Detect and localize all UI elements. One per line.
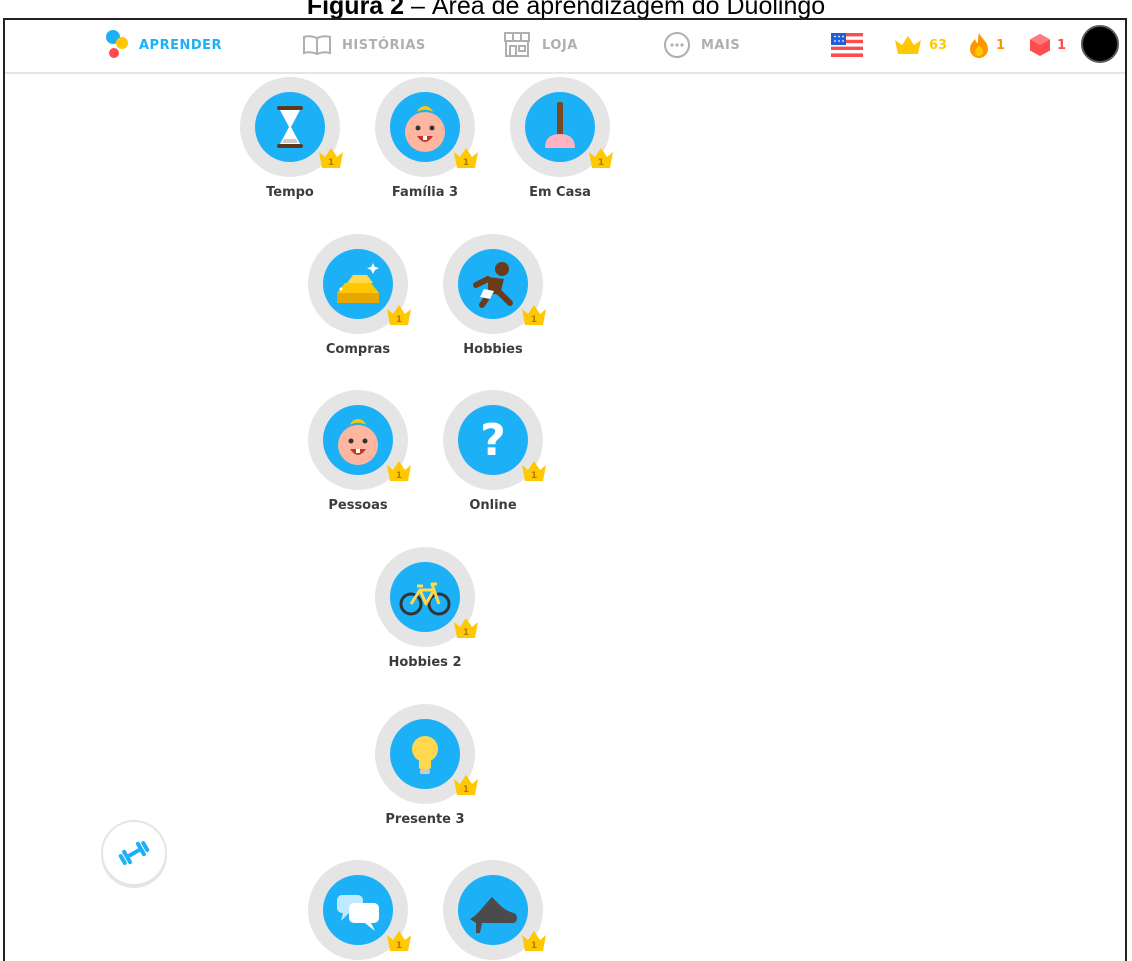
us-flag-icon: [831, 33, 863, 57]
skill-level: 1: [463, 158, 469, 168]
nav-more[interactable]: MAIS: [663, 20, 740, 70]
high-heel-icon: [458, 875, 528, 945]
skill-familia-3[interactable]: 1 Família 3: [355, 77, 495, 200]
skill-progress-ring: 1: [308, 860, 411, 960]
skill-progress-ring: 1: [375, 547, 478, 647]
skill-level: 1: [396, 315, 402, 325]
nav-stories-label: HISTÓRIAS: [342, 37, 426, 53]
skill-compras[interactable]: 1 Compras: [288, 234, 428, 357]
gems-counter[interactable]: 1: [1029, 20, 1066, 70]
skill-level: 1: [531, 471, 537, 481]
nav-shop[interactable]: LOJA: [502, 20, 578, 70]
skill-label: Hobbies: [463, 342, 523, 357]
skill-hobbies-2[interactable]: 1 Hobbies 2: [355, 547, 495, 670]
skill-label: Pessoas: [328, 498, 388, 513]
crown-icon: [895, 36, 921, 54]
skill-label: Online: [469, 498, 517, 513]
skill-progress-ring: 1: [443, 234, 546, 334]
light-bulb-icon: [390, 719, 460, 789]
speech-bubbles-icon: [323, 875, 393, 945]
nav-learn[interactable]: APRENDER: [105, 20, 222, 70]
skill-progress-ring: 1: [375, 704, 478, 804]
hourglass-icon: [255, 92, 325, 162]
skill-presente-3[interactable]: 1 Presente 3: [355, 704, 495, 827]
crown-level-icon: 1: [589, 148, 613, 168]
skill-progress-ring: 1: [443, 860, 546, 960]
skill-progress-ring: 1: [510, 77, 613, 177]
crown-level-icon: 1: [454, 618, 478, 638]
crown-level-icon: 1: [522, 931, 546, 951]
book-icon: [303, 35, 331, 56]
more-dots-icon: [664, 32, 690, 58]
crown-level-icon: 1: [522, 461, 546, 481]
baby-face-icon: [323, 405, 393, 475]
runner-icon: [458, 249, 528, 319]
bicycle-icon: [390, 562, 460, 632]
shop-icon: [504, 32, 530, 57]
flame-icon: [970, 33, 988, 58]
skill-progress-ring: 1: [375, 77, 478, 177]
skill-level: 1: [531, 941, 537, 951]
crown-level-icon: 1: [387, 461, 411, 481]
skill-level: 1: [463, 785, 469, 795]
skill-progress-ring: 1: [308, 234, 411, 334]
crown-level-icon: 1: [522, 305, 546, 325]
skill-tempo[interactable]: 1 Tempo: [220, 77, 360, 200]
baby-face-icon: [390, 92, 460, 162]
crowns-count: 63: [929, 37, 948, 53]
dumbbell-icon: [118, 841, 150, 865]
language-flag-button[interactable]: [831, 20, 863, 70]
app-window: APRENDER HISTÓRIAS LOJA MAIS 63 1 1 1 Te…: [3, 18, 1127, 961]
nav-more-label: MAIS: [701, 37, 741, 53]
figure-caption: Figura 2 – Área de aprendizagem do Duoli…: [306, 0, 826, 18]
learn-logo-icon: [106, 30, 128, 58]
gem-icon: [1030, 34, 1050, 56]
skill-level: 1: [328, 158, 334, 168]
skill-pessoas[interactable]: 1 Pessoas: [288, 390, 428, 513]
skill-level: 1: [531, 315, 537, 325]
crown-level-icon: 1: [387, 931, 411, 951]
practice-button[interactable]: [101, 820, 167, 886]
crown-level-icon: 1: [454, 775, 478, 795]
top-navigation-bar: APRENDER HISTÓRIAS LOJA MAIS 63 1 1: [5, 20, 1125, 74]
nav-learn-label: APRENDER: [139, 37, 223, 53]
question-mark-icon: ?: [458, 405, 528, 475]
skill-label: Em Casa: [529, 185, 591, 200]
skill-level: 1: [396, 471, 402, 481]
crown-level-icon: 1: [387, 305, 411, 325]
crown-level-icon: 1: [454, 148, 478, 168]
crowns-counter[interactable]: 63: [893, 20, 947, 70]
skill-label: Compras: [325, 342, 391, 357]
plunger-icon: [525, 92, 595, 162]
skill-progress-ring: ? 1: [443, 390, 546, 490]
skill-label: Hobbies 2: [388, 655, 462, 670]
skill-hobbies[interactable]: 1 Hobbies: [423, 234, 563, 357]
skill-progress-ring: 1: [240, 77, 343, 177]
nav-stories[interactable]: HISTÓRIAS: [302, 20, 426, 70]
skill-clothing[interactable]: 1: [423, 860, 563, 961]
skill-conversation[interactable]: 1: [288, 860, 428, 961]
profile-avatar[interactable]: [1081, 25, 1119, 63]
skill-level: 1: [396, 941, 402, 951]
skill-progress-ring: 1: [308, 390, 411, 490]
skill-label: Tempo: [266, 185, 314, 200]
streak-counter[interactable]: 1: [968, 20, 1005, 70]
streak-count: 1: [996, 37, 1006, 53]
gems-count: 1: [1057, 37, 1067, 53]
skill-label: Presente 3: [385, 812, 465, 827]
nav-shop-label: LOJA: [542, 37, 578, 53]
crown-level-icon: 1: [319, 148, 343, 168]
skill-em-casa[interactable]: 1 Em Casa: [490, 77, 630, 200]
skill-level: 1: [463, 628, 469, 638]
gold-bars-icon: [323, 249, 393, 319]
svg-text:?: ?: [480, 415, 506, 466]
skill-label: Família 3: [391, 185, 459, 200]
skill-online[interactable]: ? 1 Online: [423, 390, 563, 513]
skill-level: 1: [598, 158, 604, 168]
